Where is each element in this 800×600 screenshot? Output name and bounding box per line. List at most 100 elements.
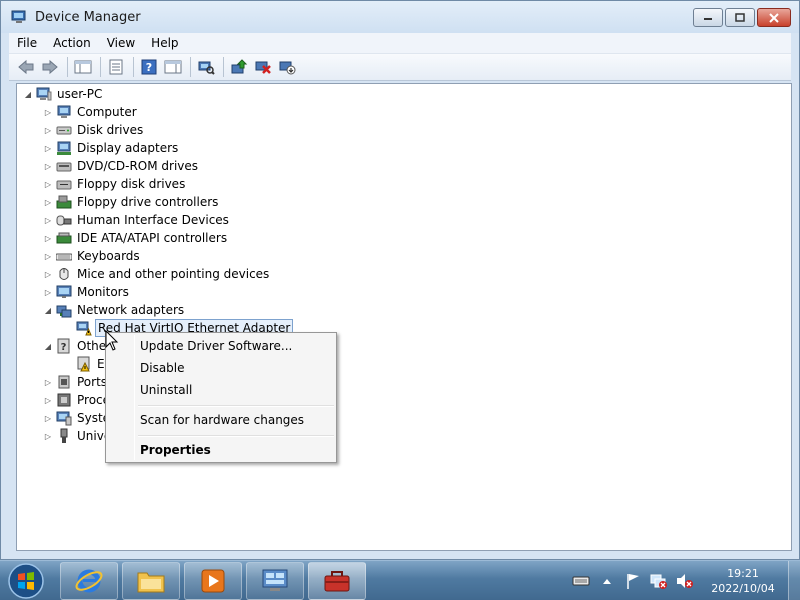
- start-button[interactable]: [6, 562, 46, 600]
- taskbar-windows-explorer[interactable]: [122, 562, 180, 600]
- menu-help[interactable]: Help: [143, 34, 186, 52]
- tree-item-disk-drives[interactable]: ▷ Disk drives: [43, 121, 145, 139]
- usb-icon: [56, 428, 72, 444]
- expand-arrow-icon[interactable]: ▷: [43, 211, 53, 229]
- minimize-button[interactable]: [693, 8, 723, 27]
- show-hide-console-tree-button[interactable]: [72, 56, 94, 78]
- disable-toolbar-button[interactable]: [276, 56, 298, 78]
- expand-arrow-icon[interactable]: ▷: [43, 193, 53, 211]
- tree-item-usb-controllers[interactable]: ▷ Unive: [43, 427, 113, 445]
- computer-root-icon: [36, 86, 52, 102]
- tree-item-other-devices[interactable]: ◢ ? Othe: [43, 337, 108, 355]
- tree-item-floppy-controllers[interactable]: ▷ Floppy drive controllers: [43, 193, 220, 211]
- uninstall-toolbar-button[interactable]: [252, 56, 274, 78]
- expand-arrow-icon[interactable]: ▷: [43, 265, 53, 283]
- maximize-button[interactable]: [725, 8, 755, 27]
- forward-button[interactable]: [39, 56, 61, 78]
- action-center-button[interactable]: [623, 571, 643, 591]
- processor-icon: [56, 392, 72, 408]
- menu-scan-hardware[interactable]: Scan for hardware changes: [140, 412, 304, 428]
- show-hidden-icons-button[interactable]: [597, 571, 617, 591]
- clock[interactable]: 19:21 2022/10/04: [698, 566, 788, 596]
- tree-item-dvd-drives[interactable]: ▷ DVD/CD-ROM drives: [43, 157, 200, 175]
- mouse-icon: [56, 266, 72, 282]
- internet-explorer-icon: [75, 569, 103, 593]
- minimize-icon: [704, 17, 712, 20]
- expand-arrow-icon[interactable]: ▷: [43, 139, 53, 157]
- menu-separator: [138, 405, 334, 407]
- taskbar-control-panel[interactable]: [246, 562, 304, 600]
- file-explorer-icon: [137, 572, 165, 593]
- help-toolbar-button[interactable]: ?: [138, 56, 160, 78]
- tree-item-mice[interactable]: ▷ Mice and other pointing devices: [43, 265, 271, 283]
- tree-item-ide-controllers[interactable]: ▷ IDE ATA/ATAPI controllers: [43, 229, 229, 247]
- device-manager-icon: [11, 10, 27, 24]
- system-devices-icon: [56, 410, 72, 426]
- menu-file[interactable]: File: [9, 34, 45, 52]
- tree-item-network-adapters[interactable]: ◢ Network adapters: [43, 301, 186, 319]
- tree-item-monitors[interactable]: ▷ Monitors: [43, 283, 131, 301]
- network-warning-icon: [76, 320, 92, 336]
- back-arrow-icon: [18, 59, 34, 75]
- expand-arrow-icon[interactable]: ▷: [43, 283, 53, 301]
- uninstall-icon: [255, 61, 271, 74]
- menu-update-driver-software[interactable]: Update Driver Software...: [140, 338, 292, 354]
- tree-item-processors[interactable]: ▷ Proce: [43, 391, 112, 409]
- properties-toolbar-button[interactable]: [105, 56, 127, 78]
- tray-keyboard-button[interactable]: [571, 571, 591, 591]
- tree-item-system-devices[interactable]: ▷ Syste: [43, 409, 112, 427]
- expand-arrow-icon[interactable]: ▷: [43, 103, 53, 121]
- menu-action[interactable]: Action: [45, 34, 99, 52]
- computer-icon: [56, 104, 72, 120]
- expand-arrow-icon[interactable]: ▷: [43, 409, 53, 427]
- ide-controller-icon: [56, 230, 72, 246]
- menu-bar: File Action View Help: [9, 33, 791, 53]
- expand-arrow-icon[interactable]: ▷: [43, 229, 53, 247]
- menu-view[interactable]: View: [99, 34, 143, 52]
- back-button[interactable]: [15, 56, 37, 78]
- volume-tray-button[interactable]: [675, 571, 695, 591]
- taskbar-media-player[interactable]: [184, 562, 242, 600]
- maximize-icon: [735, 13, 745, 22]
- collapse-arrow-icon[interactable]: ◢: [43, 337, 53, 355]
- network-tray-button[interactable]: [649, 571, 669, 591]
- expand-arrow-icon[interactable]: ▷: [43, 175, 53, 193]
- tree-item-floppy-disk-drives[interactable]: ▷ Floppy disk drives: [43, 175, 187, 193]
- expand-arrow-icon[interactable]: ▷: [43, 247, 53, 265]
- taskbar-device-manager[interactable]: [308, 562, 366, 600]
- clock-date: 2022/10/04: [711, 582, 775, 595]
- menu-properties[interactable]: Properties: [140, 442, 211, 458]
- close-button[interactable]: [757, 8, 791, 27]
- warning-device-icon: [76, 356, 92, 372]
- tree-item-ports[interactable]: ▷ Ports: [43, 373, 109, 391]
- scan-hardware-toolbar-button[interactable]: [195, 56, 217, 78]
- tree-root-label: user-PC: [57, 87, 103, 101]
- keyboard-tray-icon: [572, 576, 590, 586]
- tree-item-label: DVD/CD-ROM drives: [77, 159, 199, 173]
- collapse-arrow-icon[interactable]: ◢: [23, 85, 33, 103]
- tree-item-keyboards[interactable]: ▷ Keyboards: [43, 247, 142, 265]
- menu-uninstall[interactable]: Uninstall: [140, 382, 192, 398]
- taskbar: 19:21 2022/10/04: [0, 560, 800, 600]
- expand-arrow-icon[interactable]: ▷: [43, 373, 53, 391]
- expand-arrow-icon[interactable]: ▷: [43, 121, 53, 139]
- update-driver-toolbar-button[interactable]: [228, 56, 250, 78]
- tree-item-human-interface-devices[interactable]: ▷ Human Interface Devices: [43, 211, 231, 229]
- help-icon: ?: [141, 59, 157, 75]
- menu-disable[interactable]: Disable: [140, 360, 185, 376]
- collapse-arrow-icon[interactable]: ◢: [43, 301, 53, 319]
- expand-arrow-icon[interactable]: ▷: [43, 391, 53, 409]
- floppy-drive-icon: [56, 176, 72, 192]
- action-pane-icon: [164, 60, 182, 74]
- tree-item-display-adapters[interactable]: ▷ Display adapters: [43, 139, 180, 157]
- tree-item-computer[interactable]: ▷ Computer: [43, 103, 139, 121]
- action-pane-button[interactable]: [162, 56, 184, 78]
- taskbar-internet-explorer[interactable]: [60, 562, 118, 600]
- show-desktop-button[interactable]: [788, 561, 800, 600]
- tree-item-label: Human Interface Devices: [77, 213, 229, 227]
- title-bar[interactable]: Device Manager: [1, 1, 799, 33]
- tree-root[interactable]: ◢ user-PC: [23, 85, 104, 103]
- expand-arrow-icon[interactable]: ▷: [43, 427, 53, 445]
- tree-item-label: Othe: [77, 339, 107, 353]
- expand-arrow-icon[interactable]: ▷: [43, 157, 53, 175]
